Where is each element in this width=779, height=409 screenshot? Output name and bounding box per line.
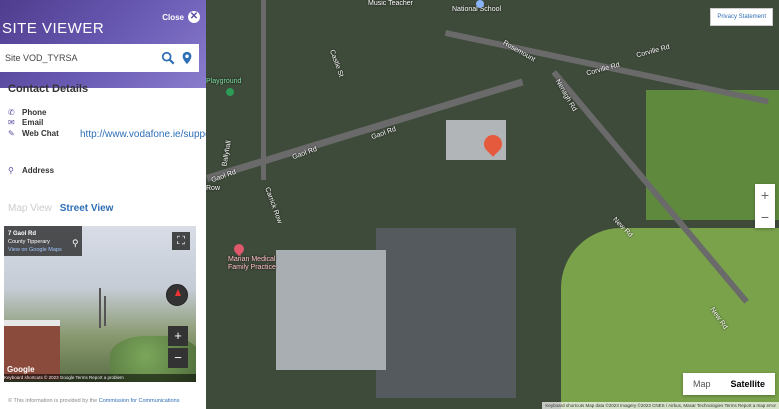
map-type-satellite-button[interactable]: Satellite — [720, 373, 775, 395]
close-icon: ✕ — [188, 11, 200, 23]
privacy-statement-button[interactable]: Privacy Statement — [710, 8, 773, 26]
search-icon[interactable] — [161, 51, 175, 65]
road-ballyhall — [261, 0, 266, 180]
street-view-image[interactable]: 7 Gaol Rd County Tipperary View on Googl… — [4, 226, 196, 382]
label-ballyhall: Ballyhall — [221, 140, 233, 167]
map-footer: Keyboard shortcuts Map data ©2023 Imager… — [542, 402, 779, 409]
location-pin-icon[interactable] — [180, 51, 194, 65]
address-pin-icon: ⚲ — [8, 166, 14, 175]
email-icon: ✉ — [8, 118, 15, 127]
street-view-place: 7 Gaol Rd — [8, 231, 37, 237]
webchat-label: Web Chat — [22, 129, 59, 138]
map-type-toggle: Map Satellite — [682, 373, 775, 395]
label-castle-st: Castle St — [328, 48, 345, 79]
mast-graphic — [99, 288, 101, 328]
label-music-teacher[interactable]: Music Teacher — [368, 0, 413, 7]
label-row: Row — [206, 185, 221, 192]
close-label: Close — [162, 12, 184, 22]
school-marker-icon[interactable] — [476, 0, 484, 8]
fullscreen-button[interactable]: ⛶ — [172, 232, 190, 250]
contact-details-heading: Contact Details — [8, 83, 89, 95]
street-view-pin-icon: ⚲ — [72, 238, 79, 248]
street-view-county: County Tipperary — [8, 239, 50, 245]
map-zoom-out-button[interactable]: − — [755, 206, 775, 228]
street-view-zoom-out-button[interactable]: − — [168, 348, 188, 368]
contact-address-row: ⚲ Address — [8, 166, 78, 175]
label-corville-rd-2: Corville Rd — [635, 43, 671, 60]
phone-icon: ✆ — [8, 108, 15, 117]
email-label: Email — [22, 118, 44, 127]
google-logo: Google — [7, 365, 35, 374]
medical-marker-icon[interactable] — [231, 241, 247, 257]
chat-icon: ✎ — [8, 129, 15, 138]
site-search-input[interactable]: Site VOD_TYRSA — [0, 53, 161, 63]
address-label: Address — [22, 166, 55, 175]
street-view-info-card: 7 Gaol Rd County Tipperary View on Googl… — [4, 226, 82, 256]
view-tabs: Map View Street View — [8, 203, 113, 214]
compass-icon[interactable] — [166, 284, 188, 306]
label-carrick-row: Carrick Row — [263, 186, 283, 225]
map-type-map-button[interactable]: Map — [683, 373, 721, 395]
contact-phone-row: ✆ Phone — [8, 108, 78, 117]
map-zoom-control: + − — [755, 184, 775, 228]
mast-graphic-2 — [104, 296, 106, 326]
playground-marker-icon[interactable] — [226, 88, 234, 96]
street-view-zoom-in-button[interactable]: + — [168, 326, 188, 346]
warehouse-roof — [276, 250, 386, 370]
satellite-map[interactable]: Row Gaol Rd Gaol Rd Gaol Rd Rosemount Co… — [206, 0, 779, 409]
panel-header: SITE VIEWER Close ✕ Site VOD_TYRSA — [0, 0, 206, 88]
contact-webchat-row: ✎ Web Chat — [8, 129, 78, 138]
phone-label: Phone — [22, 108, 47, 117]
webchat-link[interactable]: http://www.vodafone.ie/support/ — [80, 128, 206, 142]
map-zoom-in-button[interactable]: + — [755, 184, 775, 206]
disclaimer-text: © This information is provided by the — [8, 398, 98, 404]
car-park-area — [376, 228, 516, 398]
street-view-footer: Keyboard shortcuts © 2023 Google Terms R… — [4, 374, 196, 382]
disclaimer: © This information is provided by the Co… — [8, 398, 179, 404]
panel-title: SITE VIEWER — [2, 20, 105, 37]
close-button[interactable]: Close ✕ — [162, 11, 200, 23]
site-search-bar: Site VOD_TYRSA — [0, 44, 199, 72]
site-viewer-panel: SITE VIEWER Close ✕ Site VOD_TYRSA Conta… — [0, 0, 207, 409]
view-on-google-maps-link[interactable]: View on Google Maps — [8, 247, 62, 253]
label-medical[interactable]: Marian Medical Family Practice — [228, 256, 290, 272]
contact-email-row: ✉ Email — [8, 118, 78, 127]
tab-street-view[interactable]: Street View — [60, 203, 114, 214]
disclaimer-link[interactable]: Commission for Communications — [99, 398, 180, 404]
label-playground[interactable]: Playground — [206, 78, 241, 85]
tab-map-view[interactable]: Map View — [8, 203, 52, 214]
